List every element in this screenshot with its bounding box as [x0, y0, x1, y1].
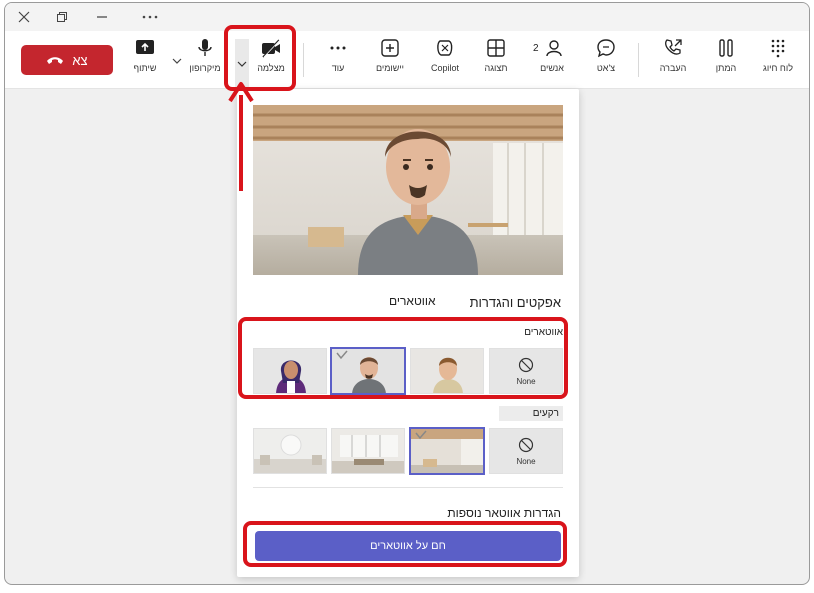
apps-label: יישומים [375, 63, 405, 73]
chat-label: צ'אט [596, 63, 616, 73]
panel-title: אפקטים והגדרות [469, 295, 561, 310]
background-none-option[interactable]: None [489, 428, 563, 474]
transfer-label: העברה [659, 63, 687, 73]
app-window: צא שיתוף מיקרופון מצלמה עוד יישומים Copi… [4, 2, 810, 585]
leave-label: צא [72, 52, 88, 68]
ellipsis-icon [330, 46, 346, 50]
background-option-2[interactable] [331, 428, 405, 474]
copilot-label: Copilot [430, 63, 459, 73]
dialpad-label: לוח חיוג [763, 63, 793, 73]
chat-icon [597, 39, 615, 58]
background-option-3[interactable] [253, 428, 327, 474]
transfer-button[interactable]: העברה [648, 37, 698, 83]
people-button[interactable]: 2 אנשים [527, 37, 577, 83]
share-icon [136, 40, 154, 54]
meeting-toolbar: צא שיתוף מיקרופון מצלמה עוד יישומים Copi… [5, 31, 809, 89]
people-icon [546, 40, 562, 57]
more-icon[interactable] [139, 7, 161, 27]
dialpad-icon [771, 39, 785, 58]
pause-icon [719, 39, 733, 57]
people-count: 2 [533, 43, 539, 54]
camera-preview [253, 105, 563, 275]
share-label: שיתוף [133, 63, 157, 73]
arrow-annotation-icon [228, 82, 254, 191]
view-button[interactable]: תצוגה [471, 37, 521, 83]
button-highlight-box [243, 521, 567, 567]
toolbar-separator [638, 43, 639, 77]
chat-button[interactable]: צ'אט [581, 37, 631, 83]
hold-label: המתן [715, 63, 737, 73]
close-icon[interactable] [13, 7, 35, 27]
mic-label: מיקרופון [189, 63, 221, 73]
share-button[interactable]: שיתוף [120, 37, 170, 83]
apps-button[interactable]: יישומים [365, 37, 415, 83]
toolbar-separator [303, 43, 304, 77]
title-bar [5, 3, 809, 31]
mic-button[interactable]: מיקרופון [180, 37, 230, 83]
none-icon [518, 437, 534, 452]
avatars-highlight-box [238, 317, 568, 399]
copilot-button[interactable]: Copilot [420, 37, 470, 83]
panel-divider [253, 487, 563, 488]
restore-icon[interactable] [51, 7, 73, 27]
hold-button[interactable]: המתן [701, 37, 751, 83]
transfer-call-icon [665, 39, 682, 55]
microphone-icon [198, 39, 212, 56]
view-grid-icon [487, 39, 505, 57]
more-actions-button[interactable]: עוד [313, 37, 363, 83]
none-label: None [516, 456, 536, 466]
apps-plus-icon [381, 39, 399, 57]
people-label: אנשים [540, 63, 564, 73]
minimize-icon[interactable] [91, 7, 113, 27]
dialpad-button[interactable]: לוח חיוג [753, 37, 803, 83]
background-option-1-selected[interactable] [409, 427, 485, 475]
tab-avatars[interactable]: אווטארים [389, 294, 436, 308]
leave-button[interactable]: צא [21, 45, 113, 75]
more-label: עוד [331, 63, 345, 73]
copilot-icon [437, 40, 453, 56]
more-avatar-settings-link[interactable]: הגדרות אווטאר נוספות [447, 506, 561, 520]
hang-up-icon [47, 57, 64, 64]
view-label: תצוגה [484, 63, 508, 73]
backgrounds-section-label: רקעים [499, 406, 563, 421]
